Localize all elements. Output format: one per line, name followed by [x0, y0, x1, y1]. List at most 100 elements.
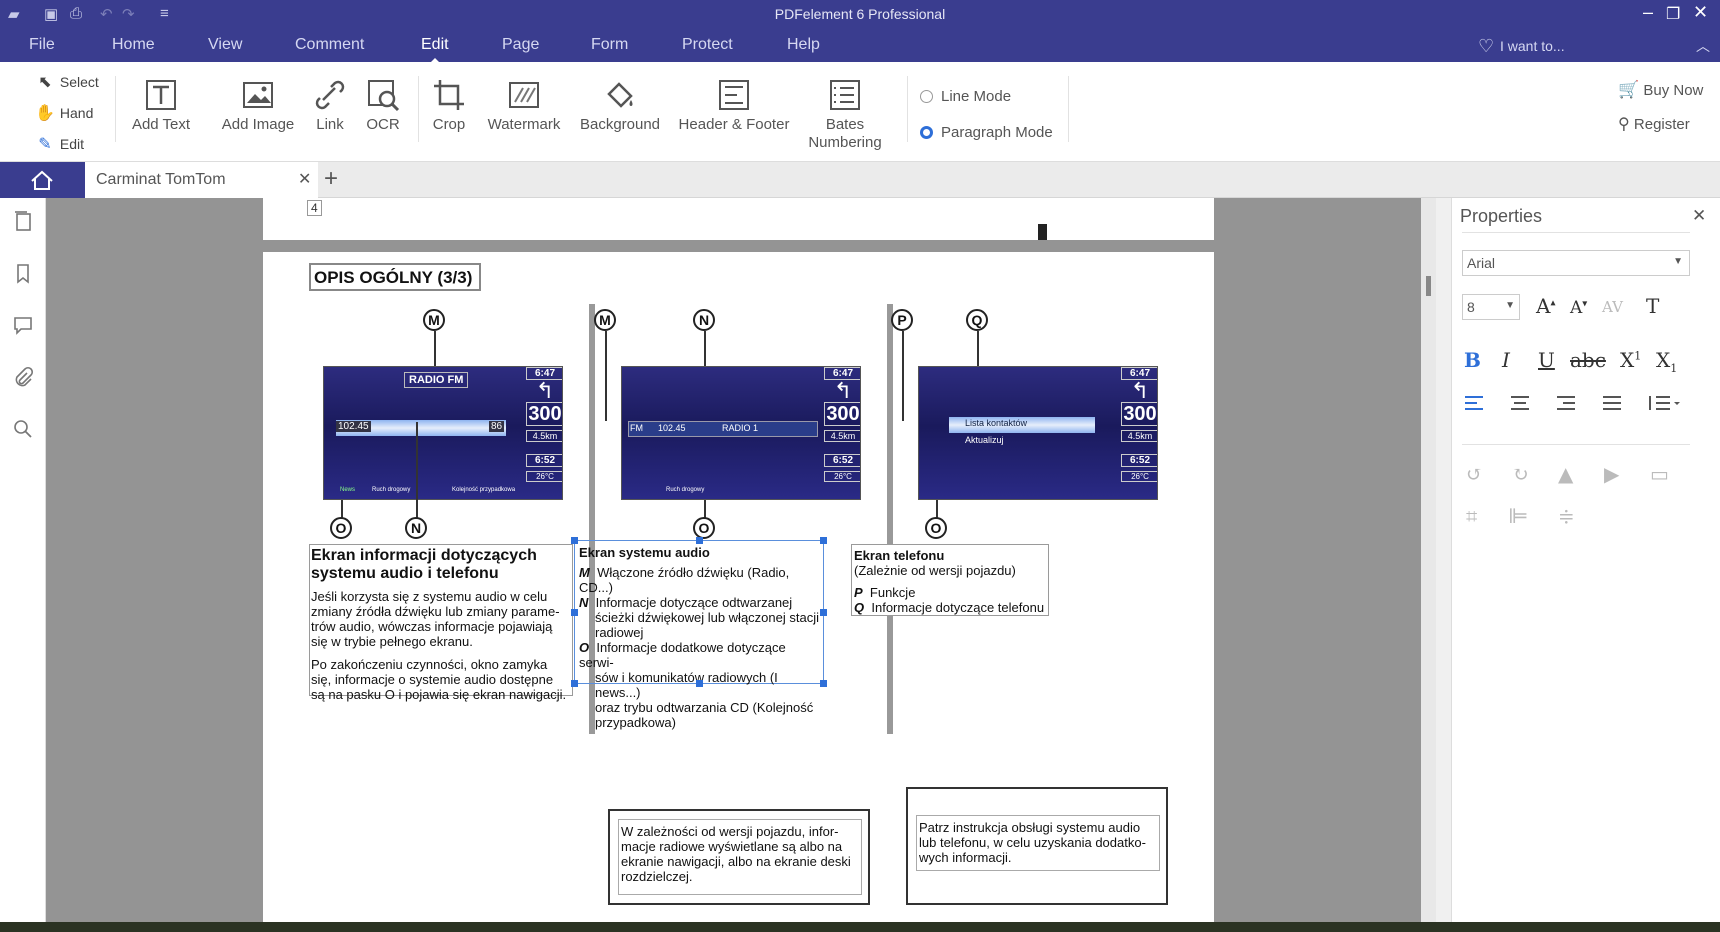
close-properties-icon[interactable]: ✕: [1692, 206, 1706, 226]
menu-view[interactable]: View: [208, 36, 242, 54]
rotate-right-icon[interactable]: ↻: [1512, 462, 1529, 486]
hand-tool[interactable]: ✋ Hand: [34, 103, 93, 123]
vertical-scrollbar[interactable]: [1421, 198, 1436, 922]
line-mode-label: Line Mode: [941, 88, 1012, 105]
turn-left-icon: ↰: [535, 378, 555, 403]
char-spacing-icon[interactable]: AV: [1602, 298, 1623, 316]
hand-icon: ✋: [35, 105, 55, 122]
decrease-font-icon[interactable]: A▾: [1570, 298, 1587, 318]
replace-image-icon[interactable]: ▭: [1650, 462, 1669, 486]
menu-comment[interactable]: Comment: [295, 36, 364, 54]
edit-label: Edit: [59, 136, 85, 152]
resize-handle[interactable]: [820, 680, 827, 687]
comment-icon[interactable]: [12, 314, 34, 336]
nav-distance-2: 4.5km: [1121, 430, 1157, 442]
window-title: PDFelement 6 Professional: [774, 6, 946, 22]
minimize-icon[interactable]: –: [1643, 2, 1653, 23]
nav-time-2: 6:52: [526, 454, 562, 467]
add-text-button[interactable]: Add Text: [128, 78, 194, 133]
align-center-icon[interactable]: [1510, 394, 1530, 412]
note-line: ekranie nawigacji, albo na ekranie deski: [621, 854, 851, 869]
justify-icon[interactable]: [1602, 394, 1622, 412]
selected-text-box[interactable]: Ekran systemu audio M Włączone źródło dź…: [571, 537, 827, 730]
bookmark-icon[interactable]: [12, 262, 34, 284]
add-text-icon: [146, 80, 176, 110]
add-image-button[interactable]: Add Image: [218, 78, 298, 133]
close-tab-icon[interactable]: ✕: [298, 169, 311, 189]
restore-icon[interactable]: ❐: [1666, 4, 1680, 24]
strikethrough-button[interactable]: abc: [1570, 348, 1606, 372]
align-objects-icon[interactable]: ⊫: [1508, 504, 1529, 528]
phone-note-box: Patrz instrukcja obsługi systemu audio l…: [906, 787, 1168, 905]
phone-note-inner: Patrz instrukcja obsługi systemu audio l…: [916, 815, 1160, 871]
underline-button[interactable]: U: [1538, 348, 1555, 372]
paragraph-mode-radio[interactable]: Paragraph Mode: [920, 124, 1053, 141]
italic-button[interactable]: I: [1502, 348, 1510, 372]
resize-handle[interactable]: [571, 609, 578, 616]
close-window-icon[interactable]: ✕: [1693, 2, 1708, 23]
resize-handle[interactable]: [696, 537, 703, 544]
line-spacing-icon[interactable]: [1646, 394, 1680, 412]
bold-button[interactable]: B: [1464, 348, 1481, 372]
footer-random: Kolejność przypadkowa: [452, 487, 516, 493]
align-left-icon[interactable]: [1464, 394, 1484, 412]
flip-horizontal-icon[interactable]: ▶: [1604, 462, 1619, 486]
footer-news: News: [340, 487, 356, 493]
nav-temp: 26°C: [824, 471, 860, 482]
register-button[interactable]: ⚲ Register: [1618, 114, 1690, 134]
home-tab[interactable]: [0, 162, 85, 198]
footer-traffic: Ruch drogowy: [372, 487, 411, 493]
subscript-button[interactable]: X1: [1656, 348, 1677, 375]
rotate-left-icon[interactable]: ↺: [1466, 462, 1483, 486]
buy-now-button[interactable]: 🛒 Buy Now: [1618, 80, 1703, 100]
nav-time-2: 6:52: [824, 454, 860, 467]
menu-page[interactable]: Page: [502, 36, 539, 54]
resize-handle[interactable]: [571, 537, 578, 544]
menu-form[interactable]: Form: [591, 36, 628, 54]
document-tab-title: Carminat TomTom: [96, 171, 226, 188]
resize-handle[interactable]: [571, 680, 578, 687]
resize-handle[interactable]: [820, 537, 827, 544]
bates-numbering-button[interactable]: Bates Numbering: [803, 78, 887, 152]
body-line: Po zakończeniu czynności, okno zamyka: [311, 657, 548, 672]
resize-handle[interactable]: [696, 680, 703, 687]
collapse-ribbon-icon[interactable]: ︿: [1696, 36, 1710, 56]
search-icon[interactable]: [12, 418, 34, 440]
font-family-select[interactable]: Arial ▼: [1462, 250, 1690, 276]
scrollbar-thumb[interactable]: [1426, 276, 1431, 296]
link-button[interactable]: Link: [310, 78, 350, 133]
background-button[interactable]: Background: [576, 78, 664, 133]
i-want-to-search[interactable]: I want to...: [1500, 38, 1565, 54]
text-color-icon[interactable]: T: [1646, 294, 1659, 318]
menu-help[interactable]: Help: [787, 36, 820, 54]
font-size-select[interactable]: 8 ▼: [1462, 294, 1520, 320]
nav-panel: 6:47 ↰ 300 4.5km 6:52 26°C: [824, 367, 860, 499]
flip-vertical-icon[interactable]: ▲: [1558, 462, 1573, 486]
edit-tool[interactable]: ✎ Edit: [34, 134, 84, 154]
resize-handle[interactable]: [820, 609, 827, 616]
increase-font-icon[interactable]: A▴: [1536, 294, 1555, 318]
line-mode-radio[interactable]: Line Mode: [920, 88, 1011, 105]
menu-edit[interactable]: Edit: [421, 36, 449, 63]
thumbnails-icon[interactable]: [12, 210, 34, 232]
divider: [1462, 232, 1690, 233]
watermark-button[interactable]: Watermark: [482, 78, 566, 133]
align-right-icon[interactable]: [1556, 394, 1576, 412]
crop-image-icon[interactable]: ⌗: [1466, 504, 1477, 528]
crop-button[interactable]: Crop: [428, 78, 470, 133]
header-footer-button[interactable]: Header & Footer: [674, 78, 794, 133]
note-line: Patrz instrukcja obsługi systemu audio: [919, 820, 1141, 835]
ribbon-separator: [418, 76, 419, 142]
select-tool[interactable]: ⬉ Select: [34, 72, 99, 92]
distribute-objects-icon[interactable]: ≑: [1558, 504, 1575, 528]
menu-protect[interactable]: Protect: [682, 36, 733, 54]
document-tab[interactable]: Carminat TomTom ✕: [85, 162, 318, 198]
ocr-button[interactable]: OCR: [362, 78, 404, 133]
new-tab-icon[interactable]: +: [324, 165, 338, 193]
menu-file[interactable]: File: [29, 36, 55, 54]
audio-station: RADIO 1: [722, 423, 759, 433]
item-line: Informacje dotyczące odtwarzanej: [595, 595, 793, 610]
attachment-icon[interactable]: [12, 366, 34, 388]
superscript-button[interactable]: X1: [1620, 348, 1641, 372]
menu-home[interactable]: Home: [112, 36, 155, 54]
